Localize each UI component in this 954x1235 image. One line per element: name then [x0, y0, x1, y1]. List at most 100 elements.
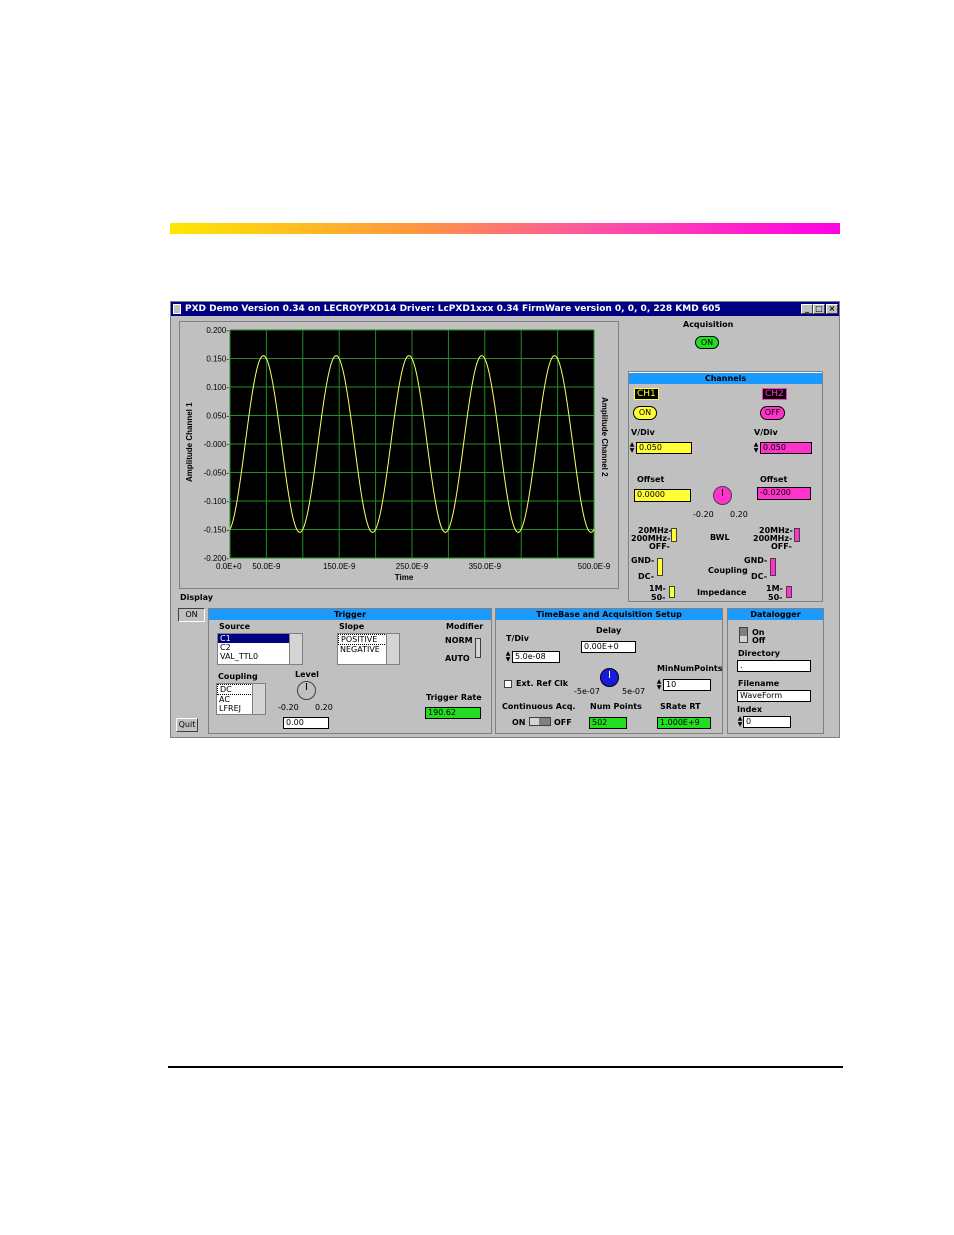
minimize-button[interactable]: _ — [801, 304, 813, 314]
acquisition-toggle[interactable]: ON — [695, 336, 719, 349]
ch1-bwl-switch[interactable] — [671, 528, 677, 542]
ch2-offset-input[interactable]: -0.0200 — [757, 487, 811, 500]
acquisition-label: Acquisition — [683, 320, 734, 329]
bwl-label: BWL — [710, 533, 730, 542]
slope-label: Slope — [339, 622, 365, 631]
delay-knob[interactable] — [600, 668, 619, 687]
ch1-offset-label: Offset — [637, 475, 665, 484]
directory-label: Directory — [738, 649, 780, 658]
modifier-norm: NORM — [445, 636, 473, 645]
datalogger-header: Datalogger — [728, 609, 823, 620]
source-scrollbar[interactable] — [289, 634, 302, 664]
application-window: PXD Demo Version 0.34 on LECROYPXD14 Dri… — [170, 301, 840, 738]
ch1-bwl-off: OFF- — [649, 542, 670, 551]
source-listbox[interactable]: C1 C2 VAL_TTL0 — [217, 633, 303, 665]
close-button[interactable]: × — [826, 304, 838, 314]
y-tick-label: 0.100- — [206, 383, 229, 392]
level-knob[interactable] — [297, 681, 316, 700]
maximize-button[interactable]: □ — [813, 304, 825, 314]
ext-ref-clk-checkbox[interactable] — [504, 680, 512, 688]
minnumpoints-label: MinNumPoints — [657, 664, 723, 673]
y-tick-label: 0.200- — [206, 326, 229, 335]
filename-label: Filename — [738, 679, 780, 688]
waveform-graph: Amplitude Channel 1 Amplitude Channel 2 … — [185, 326, 611, 582]
ch2-toggle[interactable]: OFF — [760, 406, 785, 420]
modifier-label: Modifier — [446, 622, 484, 631]
trigger-coupling-scrollbar[interactable] — [252, 684, 265, 714]
datalogger-switch[interactable] — [739, 627, 748, 643]
timebase-panel: TimeBase and Acquisition Setup T/Div ▲ ▼ … — [495, 608, 723, 734]
x-tick-label: 250.0E-9 — [396, 562, 429, 571]
ch2-coupling-gnd: GND- — [744, 556, 768, 565]
y-tick-label: -0.050- — [204, 469, 230, 478]
continuous-off-label: OFF — [554, 718, 572, 727]
timebase-header: TimeBase and Acquisition Setup — [496, 609, 722, 620]
y-axis-label-left: Amplitude Channel 1 — [185, 402, 194, 482]
minnumpoints-spinner[interactable]: ▲ ▼ — [656, 679, 662, 691]
datalogger-panel: Datalogger On Off Directory . Filename W… — [727, 608, 824, 734]
modifier-auto: AUTO — [445, 654, 470, 663]
x-tick-label: 150.0E-9 — [323, 562, 356, 571]
x-tick-label: 0.0E+0 — [216, 562, 242, 571]
y-tick-label: 0.150- — [206, 355, 229, 364]
display-toggle-button[interactable]: ON — [178, 608, 205, 622]
filename-input[interactable]: WaveForm — [737, 690, 811, 702]
ch2-coupling-switch[interactable] — [770, 558, 776, 576]
ch1-coupling-gnd: GND- — [631, 556, 655, 565]
trigger-coupling-listbox[interactable]: DC AC LFREJ — [216, 683, 266, 715]
tdiv-spinner[interactable]: ▲ ▼ — [505, 651, 511, 663]
ch1-toggle[interactable]: ON — [633, 406, 657, 420]
y-axis-label-right: Amplitude Channel 2 — [600, 397, 609, 477]
ch2-bwl-switch[interactable] — [794, 528, 800, 542]
trigger-rate-display: 190.62 — [425, 707, 481, 719]
ch2-vdiv-spinner[interactable]: ▲ ▼ — [753, 442, 759, 454]
ext-ref-clk-label: Ext. Ref Clk — [516, 679, 569, 688]
delay-label: Delay — [596, 626, 622, 635]
index-input[interactable]: 0 — [743, 716, 791, 728]
ch1-vdiv-input[interactable]: 0.050 — [636, 442, 692, 454]
channels-panel: Channels CH1 CH2 ON OFF V/Div V/Div ▲ ▼ 0… — [628, 371, 823, 602]
x-tick-label: 500.0E-9 — [578, 562, 611, 571]
ch1-coupling-switch[interactable] — [657, 558, 663, 576]
ch1-impedance-switch[interactable] — [669, 586, 675, 598]
impedance-label: Impedance — [697, 588, 747, 597]
delay-input[interactable]: 0.00E+0 — [581, 641, 636, 653]
tdiv-input[interactable]: 5.0e-08 — [512, 651, 560, 663]
ch2-impedance-50: 50- — [768, 593, 783, 602]
level-min: -0.20 — [278, 703, 299, 712]
trigger-panel: Trigger Source C1 C2 VAL_TTL0 Slope POSI… — [208, 608, 492, 734]
index-label: Index — [737, 705, 762, 714]
modifier-switch[interactable] — [475, 638, 481, 658]
ch2-vdiv-input[interactable]: 0.050 — [760, 442, 812, 454]
coupling-label: Coupling — [708, 566, 748, 575]
window-title: PXD Demo Version 0.34 on LECROYPXD14 Dri… — [185, 304, 721, 314]
tdiv-label: T/Div — [506, 634, 529, 643]
slope-scrollbar[interactable] — [386, 634, 399, 664]
ch1-label: CH1 — [634, 388, 659, 400]
offset-knob[interactable] — [713, 486, 732, 505]
offset-knob-min: -0.20 — [693, 510, 714, 519]
trigger-rate-label: Trigger Rate — [426, 693, 482, 702]
delay-knob-min: -5e-07 — [574, 687, 600, 696]
level-input[interactable]: 0.00 — [283, 717, 329, 729]
ch1-offset-input[interactable]: 0.0000 — [634, 489, 691, 502]
x-axis-label: Time — [395, 573, 414, 582]
srate-display: 1.000E+9 — [657, 717, 711, 729]
directory-input[interactable]: . — [737, 660, 811, 672]
display-label: Display — [180, 593, 213, 602]
ch2-impedance-1m: 1M- — [766, 584, 783, 593]
ch1-vdiv-spinner[interactable]: ▲ ▼ — [629, 442, 635, 454]
y-tick-label: -0.000- — [204, 440, 230, 449]
quit-button[interactable]: Quit — [176, 718, 198, 732]
ch1-impedance-50: 50- — [651, 593, 666, 602]
footer-rule — [168, 1066, 843, 1068]
ch2-offset-label: Offset — [760, 475, 788, 484]
minnumpoints-input[interactable]: 10 — [663, 679, 711, 691]
level-max: 0.20 — [315, 703, 333, 712]
ch2-impedance-switch[interactable] — [786, 586, 792, 598]
slope-listbox[interactable]: POSITIVE NEGATIVE — [337, 633, 400, 665]
continuous-acq-toggle[interactable] — [529, 717, 551, 726]
delay-knob-max: 5e-07 — [622, 687, 646, 696]
offset-knob-max: 0.20 — [730, 510, 748, 519]
ch1-coupling-dc: DC- — [638, 572, 655, 581]
